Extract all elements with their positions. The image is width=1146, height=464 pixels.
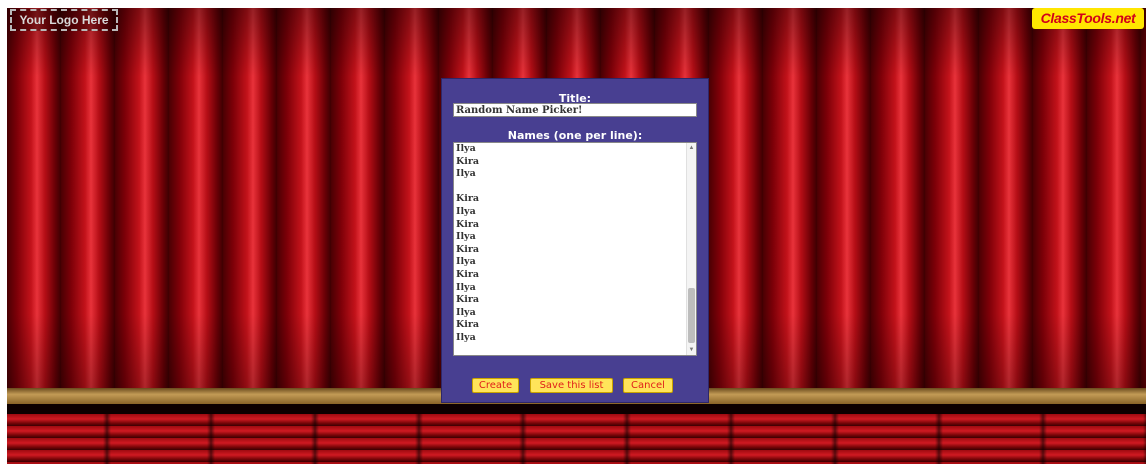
names-list-text[interactable]: Ilya Kira Ilya Kira Ilya Kira Ilya Kira … [456,143,676,345]
logo-placeholder[interactable]: Your Logo Here [10,9,118,31]
cancel-button[interactable]: Cancel [623,378,673,393]
audience-seats [7,414,1146,464]
names-label: Names (one per line): [507,129,643,142]
classtools-logo[interactable]: ClassTools.net [1032,8,1144,29]
names-scrollbar[interactable]: ▲ ▼ [686,143,696,355]
scroll-down-arrow-icon[interactable]: ▼ [687,345,696,355]
save-list-button[interactable]: Save this list [530,378,613,393]
title-input[interactable] [453,103,697,117]
name-list-dialog: Title: Names (one per line): Ilya Kira I… [441,78,709,403]
names-textarea[interactable]: Ilya Kira Ilya Kira Ilya Kira Ilya Kira … [453,142,697,356]
scroll-thumb[interactable] [688,288,695,343]
create-button[interactable]: Create [472,378,519,393]
scroll-up-arrow-icon[interactable]: ▲ [687,143,696,153]
